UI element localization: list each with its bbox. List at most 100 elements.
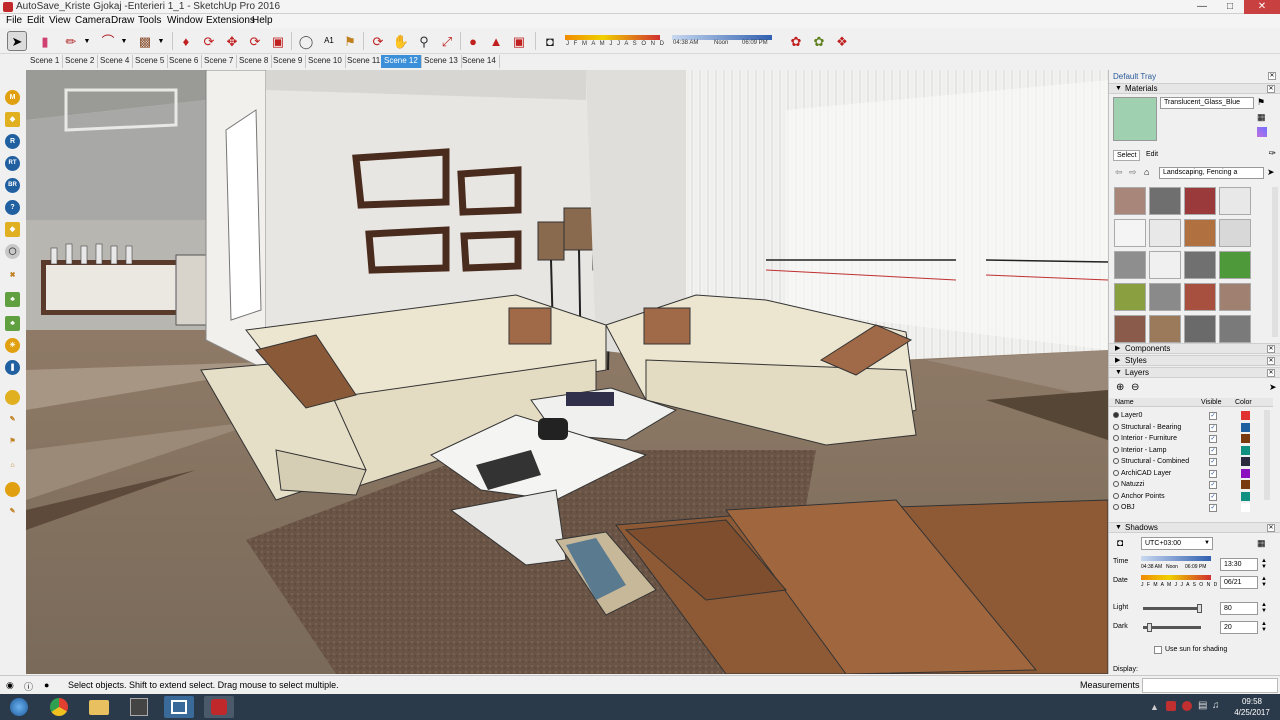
shadows-panel-header[interactable]: ▼ Shadows ✕ [1109, 522, 1280, 533]
left-tool-sun-icon[interactable]: ☀ [5, 338, 20, 353]
layer-row[interactable]: Interior - Furniture ✓ [1113, 433, 1261, 444]
push-pull-tool-icon[interactable]: ♦ [176, 31, 196, 51]
tray-arrow-icon[interactable]: ▲ [1150, 702, 1159, 712]
back-arrow-icon[interactable]: ⇦ [1115, 167, 1123, 178]
menu-window[interactable]: Window [167, 15, 203, 26]
material-swatch[interactable] [1114, 251, 1146, 279]
dark-spinner-icon[interactable]: ▲ ▼ [1261, 621, 1267, 633]
menu-tools[interactable]: Tools [138, 15, 161, 26]
tray-app-icon[interactable] [1182, 701, 1192, 711]
left-tool-m-icon[interactable]: M [5, 90, 20, 105]
active-layer-radio[interactable] [1113, 435, 1119, 441]
layer-color-swatch[interactable] [1241, 434, 1250, 443]
3d-viewport[interactable] [26, 70, 1108, 674]
menu-help[interactable]: Help [252, 15, 273, 26]
scene-tab[interactable]: Scene 10 [305, 55, 346, 68]
tape-measure-tool-icon[interactable]: ◯ [296, 31, 316, 51]
network-icon[interactable]: ▤ [1198, 700, 1207, 711]
col-name[interactable]: Name [1115, 399, 1134, 406]
move-tool-icon[interactable]: ✥ [222, 31, 242, 51]
material-swatch[interactable] [1219, 187, 1251, 215]
explorer-taskbar-icon[interactable] [84, 696, 114, 718]
pan-tool-icon[interactable]: ✋ [391, 31, 411, 51]
light-slider-track[interactable] [1143, 607, 1201, 610]
arc-dropdown-icon[interactable]: ▼ [114, 31, 134, 51]
layer-row[interactable]: Interior - Lamp ✓ [1113, 445, 1261, 456]
layer-visible-checkbox[interactable]: ✓ [1209, 446, 1217, 455]
scene-tab[interactable]: Scene 6 [166, 55, 203, 68]
layer-details-arrow-icon[interactable]: ➤ [1269, 382, 1277, 393]
material-swatch[interactable] [1184, 219, 1216, 247]
scene-tab[interactable]: Scene 4 [97, 55, 134, 68]
extension-tool-3-icon[interactable]: ❖ [832, 31, 852, 51]
follow-me-tool-icon[interactable]: ⟳ [199, 31, 219, 51]
left-tool-rt-icon[interactable]: RT [5, 156, 20, 171]
extension-tool-2-icon[interactable]: ✿ [809, 31, 829, 51]
scene-tab[interactable]: Scene 11 [344, 55, 385, 68]
layer-color-swatch[interactable] [1241, 445, 1250, 455]
menu-extensions[interactable]: Extensions [206, 15, 255, 26]
time-spinner-icon[interactable]: ▲ ▼ [1261, 558, 1267, 570]
left-tool-tag-icon[interactable]: ◆ [5, 112, 20, 127]
measurements-input[interactable] [1142, 678, 1278, 693]
rectangle-dropdown-icon[interactable]: ▼ [151, 31, 171, 51]
volume-icon[interactable]: ♫ [1212, 700, 1220, 711]
layer-row[interactable]: Structural - Bearing ✓ [1113, 422, 1261, 433]
menu-file[interactable]: File [6, 15, 22, 26]
forward-arrow-icon[interactable]: ⇨ [1129, 167, 1137, 178]
left-tool-flag-icon[interactable]: ⚑ [5, 434, 20, 449]
screen-tool-taskbar-icon[interactable] [164, 696, 194, 718]
layer-color-swatch[interactable] [1241, 491, 1250, 501]
layer-color-swatch[interactable] [1241, 468, 1250, 478]
material-swatch[interactable] [1184, 283, 1216, 311]
scene-tab[interactable]: Scene 14 [459, 55, 500, 68]
geo-location-icon[interactable]: ◉ [6, 680, 14, 691]
date-slider[interactable] [565, 35, 660, 40]
add-location-icon[interactable]: ● [463, 31, 483, 51]
left-tool-r-icon[interactable]: R [5, 134, 20, 149]
active-layer-radio[interactable] [1113, 458, 1119, 464]
left-tool-tree-icon[interactable]: ♣ [5, 316, 20, 331]
photo-texture-icon[interactable]: ▣ [509, 31, 529, 51]
panel-close-icon[interactable]: ✕ [1267, 524, 1275, 532]
light-slider-knob[interactable] [1197, 604, 1202, 613]
panel-close-icon[interactable]: ✕ [1267, 357, 1275, 365]
shadows-icon[interactable]: ◘ [540, 31, 560, 51]
left-tool-circle-icon[interactable]: ◯ [5, 244, 20, 259]
maximize-button[interactable]: □ [1216, 0, 1244, 14]
chrome-taskbar-icon[interactable] [44, 696, 74, 718]
layer-visible-checkbox[interactable]: ✓ [1209, 423, 1217, 432]
delete-layer-icon[interactable]: ⊖ [1131, 382, 1139, 393]
minimize-button[interactable]: — [1188, 0, 1216, 14]
close-button[interactable]: ✕ [1244, 0, 1280, 14]
layer-visible-checkbox[interactable]: ✓ [1209, 469, 1217, 478]
menu-edit[interactable]: Edit [27, 15, 44, 26]
layer-row[interactable]: Natuzzi ✓ [1113, 479, 1261, 490]
tray-app-icon[interactable] [1166, 701, 1176, 711]
use-sun-checkbox[interactable] [1154, 646, 1162, 654]
layer-row[interactable]: ArchiCAD Layer ✓ [1113, 468, 1261, 479]
layer-visible-checkbox[interactable]: ✓ [1209, 481, 1217, 489]
shadow-toggle-icon[interactable]: ◘ [1117, 538, 1123, 549]
left-tool-pause-icon[interactable]: ❚ [5, 360, 20, 375]
scene-tab[interactable]: Scene 8 [236, 55, 273, 68]
scene-tab[interactable]: Scene 13 [421, 55, 462, 68]
left-tool-help-icon[interactable]: ? [5, 200, 20, 215]
left-tool-label-icon[interactable]: ◆ [5, 222, 20, 237]
tray-close-icon[interactable]: ✕ [1268, 72, 1276, 80]
material-swatch[interactable] [1219, 283, 1251, 311]
dark-field[interactable]: 20 [1220, 621, 1258, 634]
terrain-icon[interactable]: ▲ [486, 31, 506, 51]
left-tool-ball-icon[interactable] [5, 482, 20, 497]
components-panel-header[interactable]: ▶ Components ✕ [1109, 343, 1280, 354]
material-swatch[interactable] [1149, 251, 1181, 279]
light-spinner-icon[interactable]: ▲ ▼ [1261, 602, 1267, 614]
zoom-extents-tool-icon[interactable]: ⤢ [437, 31, 457, 51]
eyedropper-icon[interactable]: ✑ [1268, 148, 1276, 159]
materials-panel-header[interactable]: ▼ Materials ✕ [1109, 83, 1280, 94]
layers-scrollbar[interactable] [1264, 410, 1270, 500]
dark-slider-knob[interactable] [1147, 623, 1152, 632]
date-spinner-icon[interactable]: ▲ ▼ [1261, 576, 1267, 588]
app-taskbar-icon[interactable] [124, 696, 154, 718]
active-layer-radio[interactable] [1113, 504, 1119, 510]
